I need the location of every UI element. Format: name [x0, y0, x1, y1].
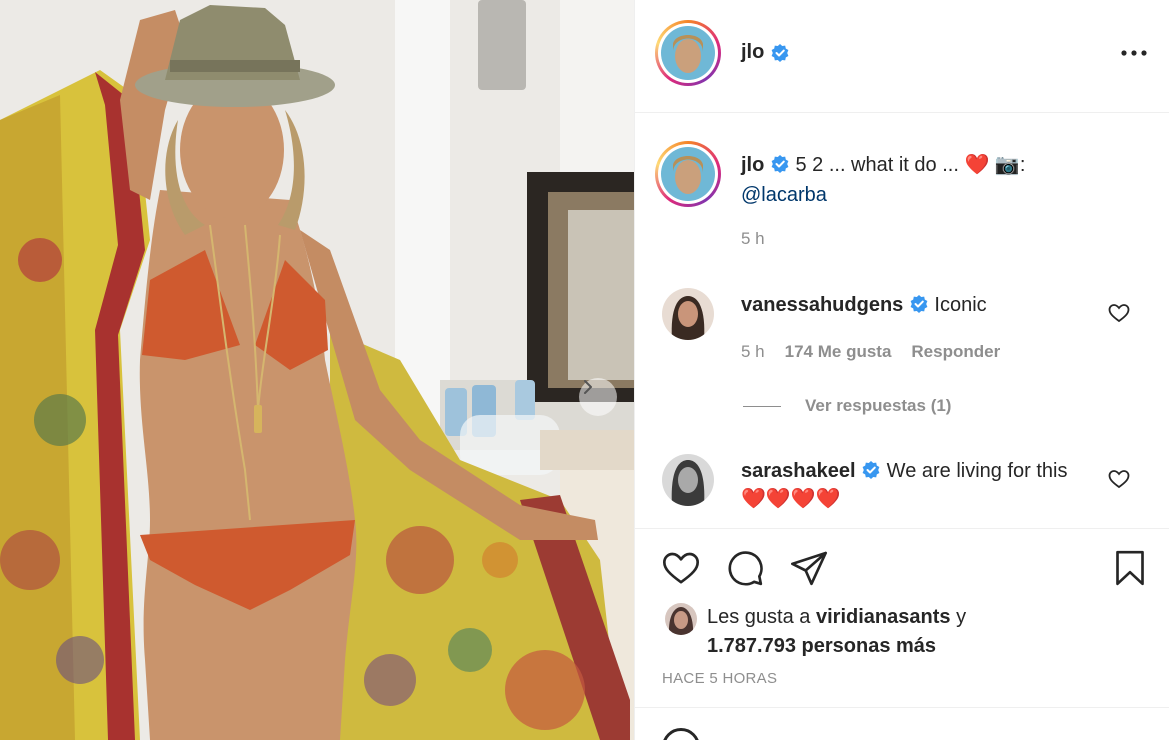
post-caption: jlo 5 2 ... what it do ... ❤️ 📷: @lacarb… — [741, 150, 1121, 210]
caption-timestamp[interactable]: 5 h — [741, 229, 765, 249]
emoji-picker-icon[interactable] — [662, 728, 700, 740]
liker-username[interactable]: viridianasants — [816, 606, 951, 628]
replies-line — [743, 405, 781, 407]
share-icon — [791, 551, 827, 586]
profile-avatar[interactable] — [655, 20, 721, 86]
next-photo-button[interactable] — [579, 378, 617, 416]
likes-count[interactable]: 1.787.793 personas más — [707, 635, 936, 657]
camera-emoji: 📷 — [994, 154, 1020, 176]
verified-badge-icon — [862, 461, 880, 479]
commenter-avatar[interactable] — [662, 288, 714, 340]
chevron-right-icon — [584, 380, 592, 394]
heart-emoji: ❤️ — [964, 154, 990, 176]
verified-badge-icon — [771, 43, 789, 62]
avatar-image — [661, 147, 715, 201]
reply-button[interactable]: Responder — [911, 342, 1000, 362]
like-button[interactable] — [660, 547, 702, 589]
comment-username[interactable]: sarashakeel — [741, 460, 856, 482]
likes-suffix: y — [956, 606, 967, 628]
header-divider — [635, 112, 1169, 113]
likes-prefix: Les gusta a — [707, 606, 811, 628]
comment-button[interactable] — [724, 547, 766, 589]
view-replies-button[interactable]: Ver respuestas (1) — [743, 396, 951, 416]
caption-mention-link[interactable]: @lacarba — [741, 184, 827, 206]
comment-username[interactable]: vanessahudgens — [741, 294, 903, 316]
photo-illustration — [0, 0, 634, 740]
heart-outline-icon — [1108, 304, 1130, 323]
more-options-button[interactable] — [1119, 41, 1149, 65]
likes-summary: Les gusta a viridianasants y 1.787.793 p… — [707, 603, 966, 661]
heart-outline-icon — [1108, 470, 1130, 489]
comment-text: We are living for this — [886, 460, 1068, 482]
post-side-panel: jlo jlo 5 2 ... what it do ... ❤️ 📷: @la… — [634, 0, 1169, 740]
share-button[interactable] — [788, 547, 830, 589]
bookmark-icon — [1116, 550, 1144, 586]
comment-1: vanessahudgens Iconic — [741, 291, 1091, 319]
avatar-image — [661, 26, 715, 80]
avatar-image — [665, 603, 697, 635]
comment-text: Iconic — [934, 294, 987, 316]
comment-icon — [728, 551, 763, 586]
save-button[interactable] — [1109, 547, 1151, 589]
header-username[interactable]: jlo — [741, 41, 790, 64]
avatar-image — [662, 454, 714, 506]
verified-badge-icon — [910, 295, 928, 313]
caption-avatar[interactable] — [655, 141, 721, 207]
comment-meta: 5 h 174 Me gusta Responder — [741, 342, 1000, 362]
more-options-icon — [1121, 50, 1147, 56]
comment-likes[interactable]: 174 Me gusta — [785, 342, 892, 362]
hearts-emoji: ❤️❤️❤️❤️ — [741, 488, 841, 510]
header-username-text[interactable]: jlo — [741, 41, 764, 64]
caption-username[interactable]: jlo — [741, 154, 764, 176]
comment-2: sarashakeel We are living for this ❤️❤️❤… — [741, 457, 1091, 513]
comment-like-button[interactable] — [1107, 301, 1131, 325]
post-timestamp[interactable]: HACE 5 HORAS — [662, 670, 777, 687]
comment-box-divider — [635, 707, 1169, 708]
view-replies-label: Ver respuestas (1) — [805, 396, 952, 415]
caption-colon: : — [1019, 154, 1026, 176]
liker-avatar[interactable] — [665, 603, 697, 635]
caption-text: 5 2 ... what it do ... — [795, 154, 959, 176]
comment-like-button[interactable] — [1107, 467, 1131, 491]
actions-divider — [635, 528, 1169, 529]
avatar-image — [662, 288, 714, 340]
heart-icon — [663, 552, 699, 584]
verified-badge-icon — [771, 155, 789, 173]
post-photo[interactable] — [0, 0, 634, 740]
commenter-avatar[interactable] — [662, 454, 714, 506]
comment-time[interactable]: 5 h — [741, 342, 765, 362]
